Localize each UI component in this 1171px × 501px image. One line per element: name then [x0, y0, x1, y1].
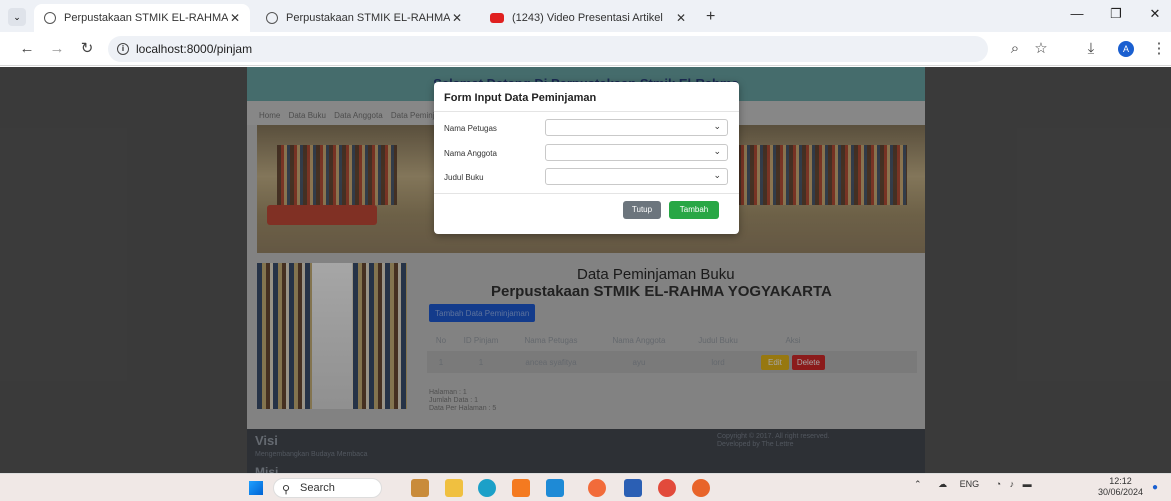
nama-anggota-select[interactable]: ⌄: [545, 144, 728, 161]
chevron-up-icon[interactable]: ⌃: [914, 479, 922, 489]
modal-divider: [434, 111, 739, 112]
site-info-icon[interactable]: i: [117, 43, 129, 55]
close-tab-icon[interactable]: ✕: [452, 11, 462, 25]
volume-icon[interactable]: ♪: [1010, 479, 1015, 489]
minimize-button[interactable]: —: [1065, 6, 1089, 26]
globe-icon: [44, 12, 56, 24]
browser-tab-2[interactable]: Perpustakaan STMIK EL-RAHMA ✕: [256, 4, 472, 32]
submit-button[interactable]: Tambah: [669, 201, 719, 219]
address-bar[interactable]: i localhost:8000/pinjam: [108, 36, 988, 62]
profile-avatar[interactable]: A: [1118, 41, 1134, 57]
globe-icon: [266, 12, 278, 24]
browser-tab-3[interactable]: (1243) Video Presentasi Artikel ✕: [480, 4, 696, 32]
battery-icon[interactable]: ▬: [1023, 479, 1032, 489]
modal-divider: [434, 193, 739, 194]
web-page: Selamat Datang Di Perpustakaan Stmik El-…: [0, 67, 1171, 473]
close-button[interactable]: Tutup: [623, 201, 661, 219]
windows-start-icon[interactable]: [249, 481, 263, 495]
file-explorer-icon[interactable]: [445, 479, 463, 497]
loan-input-modal: Form Input Data Peminjaman Nama Petugas …: [434, 82, 739, 234]
widgets-icon[interactable]: [411, 479, 429, 497]
bookmark-star-icon[interactable]: ☆: [1030, 38, 1052, 60]
word-icon[interactable]: [624, 479, 642, 497]
system-tray[interactable]: ⌃ ☁ ENG ◔ ♪ ▬: [914, 479, 1032, 490]
taskbar-search-box[interactable]: ⚲ Search: [273, 478, 382, 498]
edge-icon[interactable]: [478, 479, 496, 497]
browser-toolbar: ← → ↻ i localhost:8000/pinjam ⌕ ☆ ⤓ A ⋮: [0, 32, 1171, 66]
chevron-down-icon: ⌄: [713, 170, 721, 180]
chevron-down-icon: ⌄: [713, 121, 721, 131]
close-window-button[interactable]: ✕: [1143, 6, 1167, 26]
firefox-icon[interactable]: [692, 479, 710, 497]
nama-petugas-select[interactable]: ⌄: [545, 119, 728, 136]
zoom-icon[interactable]: ⌕: [1004, 38, 1026, 60]
modal-title: Form Input Data Peminjaman: [444, 92, 597, 104]
label-judul-buku: Judul Buku: [444, 173, 484, 182]
tab-search-button[interactable]: ⌄: [8, 8, 26, 26]
restore-button[interactable]: ❐: [1104, 6, 1128, 26]
judul-buku-select[interactable]: ⌄: [545, 168, 728, 185]
browser-tab-strip: ⌄ Perpustakaan STMIK EL-RAHMA ✕ Perpusta…: [0, 0, 1171, 32]
network-icon[interactable]: ☁: [938, 479, 947, 489]
forward-arrow-icon[interactable]: →: [46, 38, 68, 60]
youtube-icon: [490, 13, 504, 23]
notification-bell-icon[interactable]: ●: [1152, 482, 1158, 493]
vscode-icon[interactable]: [546, 479, 564, 497]
download-icon[interactable]: ⤓: [1080, 38, 1102, 60]
label-nama-petugas: Nama Petugas: [444, 124, 497, 133]
menu-kebab-icon[interactable]: ⋮: [1148, 38, 1170, 60]
chrome-icon[interactable]: [658, 479, 676, 497]
taskbar-clock[interactable]: 12:12 30/06/2024: [1098, 476, 1143, 498]
label-nama-anggota: Nama Anggota: [444, 149, 497, 158]
search-icon: ⚲: [282, 484, 291, 496]
close-tab-icon[interactable]: ✕: [230, 11, 240, 25]
wifi-icon[interactable]: ◔: [996, 479, 1001, 489]
reload-icon[interactable]: ↻: [76, 38, 98, 60]
chevron-down-icon: ⌄: [713, 146, 721, 156]
language-indicator[interactable]: ENG: [960, 479, 980, 489]
postman-icon[interactable]: [588, 479, 606, 497]
new-tab-button[interactable]: +: [706, 8, 715, 26]
windows-taskbar: ⚲ Search ⌃ ☁ ENG ◔ ♪ ▬ 12:12 30/06/2024 …: [0, 473, 1171, 501]
xampp-icon[interactable]: [512, 479, 530, 497]
browser-tab-1[interactable]: Perpustakaan STMIK EL-RAHMA ✕: [34, 4, 250, 32]
back-arrow-icon[interactable]: ←: [16, 38, 38, 60]
close-tab-icon[interactable]: ✕: [676, 11, 686, 25]
